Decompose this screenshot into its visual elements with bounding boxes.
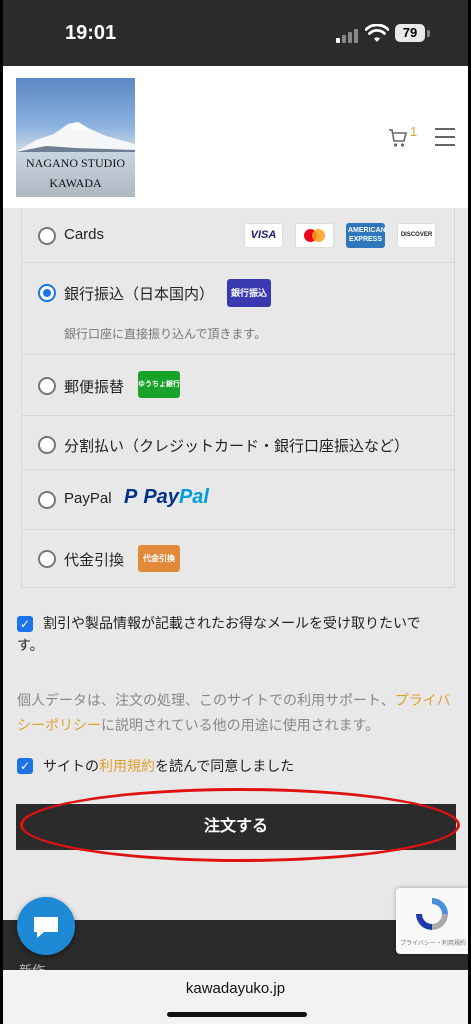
terms-label: サイトの利用規約を読んで同意しました [43, 758, 295, 774]
mountain-image [16, 122, 135, 152]
radio-installments[interactable] [38, 436, 56, 454]
payment-option-postal-transfer[interactable]: 郵便振替 ゆうちょ銀行 [22, 355, 454, 416]
checkout-content: Cards VISA AMERICAN EXPRESS DISCOVER 銀行振… [3, 208, 468, 920]
radio-bank-transfer[interactable] [38, 284, 56, 302]
payment-label: PayPal [64, 490, 112, 507]
payment-label: 銀行振込（日本国内） [64, 286, 215, 303]
battery-indicator: 79 [395, 24, 425, 42]
recaptcha-icon [416, 898, 448, 930]
battery-tip [427, 30, 430, 37]
hamburger-menu-icon[interactable] [435, 128, 455, 152]
cart-icon[interactable] [388, 127, 408, 149]
radio-postal-transfer[interactable] [38, 377, 56, 395]
payment-label: 代金引換 [64, 552, 125, 569]
amex-logo-icon: AMERICAN EXPRESS [346, 223, 386, 248]
radio-cash-on-delivery[interactable] [38, 550, 56, 568]
cart-count-badge[interactable]: 1 [410, 124, 417, 139]
payment-option-installments[interactable]: 分割払い（クレジットカード・銀行口座振込など） [22, 416, 454, 470]
logo-line-1: NAGANO STUDIO [26, 156, 125, 170]
phone-screen: 19:01 79 NAGANO STUDIO KAWADA 1 Cards VI… [3, 0, 468, 1024]
payment-description: 銀行口座に直接振り込んで頂きます。 [64, 327, 267, 341]
privacy-text: 個人データは、注文の処理、このサイトでの利用サポート、 [17, 692, 395, 708]
privacy-notice: 個人データは、注文の処理、このサイトでの利用サポート、プライバシーポリシーに説明… [17, 688, 457, 738]
site-logo[interactable]: NAGANO STUDIO KAWADA [16, 78, 135, 197]
japan-post-bank-badge: ゆうちょ銀行 [138, 371, 180, 398]
browser-url-bar[interactable]: kawadayuko.jp [3, 970, 468, 1024]
chat-button[interactable] [17, 897, 75, 955]
wifi-icon [365, 24, 389, 42]
payment-option-cards[interactable]: Cards VISA AMERICAN EXPRESS DISCOVER [22, 208, 454, 263]
terms-link[interactable]: 利用規約 [99, 758, 155, 774]
payment-method-list: Cards VISA AMERICAN EXPRESS DISCOVER 銀行振… [21, 208, 455, 588]
cash-on-delivery-badge: 代金引換 [138, 545, 180, 572]
payment-label: 郵便振替 [64, 379, 125, 396]
url-text[interactable]: kawadayuko.jp [3, 980, 468, 997]
newsletter-checkbox[interactable]: ✓ [17, 616, 33, 632]
payment-option-paypal[interactable]: PayPal P PayPal [22, 470, 454, 530]
payment-option-bank-transfer[interactable]: 銀行振込（日本国内） 銀行振込 銀行口座に直接振り込んで頂きます。 [22, 263, 454, 355]
visa-logo-icon: VISA [244, 223, 283, 248]
logo-line-2: KAWADA [49, 176, 102, 190]
bank-transfer-badge: 銀行振込 [227, 279, 271, 307]
newsletter-label-cont: す。 [17, 637, 44, 653]
payment-label: 分割払い（クレジットカード・銀行口座振込など） [64, 438, 410, 455]
newsletter-label: 割引や製品情報が記載されたお得なメールを受け取りたいで [43, 615, 421, 631]
privacy-text-end: に説明されている他の用途に使用されます。 [101, 717, 380, 733]
mastercard-logo-icon [295, 223, 334, 248]
paypal-logo-icon: P PayPal [124, 486, 209, 508]
recaptcha-badge[interactable]: プライバシー・利用規約 [396, 888, 468, 954]
highlight-annotation [20, 788, 460, 862]
recaptcha-text[interactable]: プライバシー・利用規約 [400, 938, 466, 947]
discover-logo-icon: DISCOVER [397, 223, 436, 248]
payment-option-cash-on-delivery[interactable]: 代金引換 代金引換 [22, 530, 454, 588]
radio-cards[interactable] [38, 227, 56, 245]
cellular-signal-icon [336, 27, 362, 43]
payment-label: Cards [64, 226, 105, 243]
home-indicator [167, 1012, 307, 1017]
status-time: 19:01 [65, 22, 117, 44]
status-bar: 19:01 79 [3, 0, 468, 66]
radio-paypal[interactable] [38, 491, 56, 509]
chat-bubble-icon [34, 917, 58, 938]
terms-checkbox[interactable]: ✓ [17, 758, 33, 774]
